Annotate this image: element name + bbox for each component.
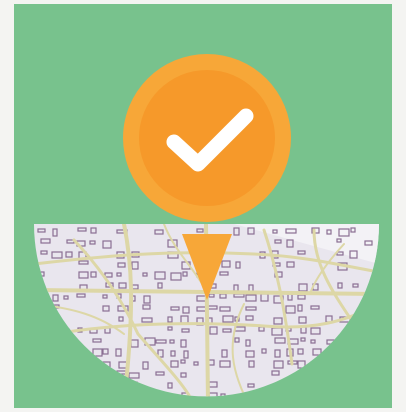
map-building [362,348,374,354]
map-building [349,370,356,375]
map-building [38,349,47,358]
map-building [312,394,320,397]
map-building [299,382,309,390]
map-building [91,370,103,375]
screenshot-frame [0,0,406,412]
map-building [79,381,85,388]
map-building [155,394,162,397]
map-building [311,382,319,390]
map-building [65,371,75,379]
map-building [50,326,62,331]
map-building [326,372,332,377]
map-building [64,394,72,397]
map-building [350,328,356,336]
map-building [78,372,90,379]
map-building [50,392,62,397]
map-building [131,381,138,386]
illustration-panel [14,4,392,408]
map-building [365,305,374,312]
map-building [105,383,115,388]
map-building [116,392,125,397]
map-building [40,326,52,334]
map-building [362,338,373,344]
location-confirmed-illustration [34,54,379,397]
map-building [64,328,70,335]
map-building [246,392,258,397]
map-building [351,359,362,364]
map-building [310,371,320,379]
map-building [362,328,371,333]
map-building [338,359,349,364]
map-building [352,337,363,346]
map-building [65,383,77,392]
map-building [40,338,51,344]
map-building [259,393,268,397]
map-building [310,361,321,370]
map-building [350,348,357,353]
